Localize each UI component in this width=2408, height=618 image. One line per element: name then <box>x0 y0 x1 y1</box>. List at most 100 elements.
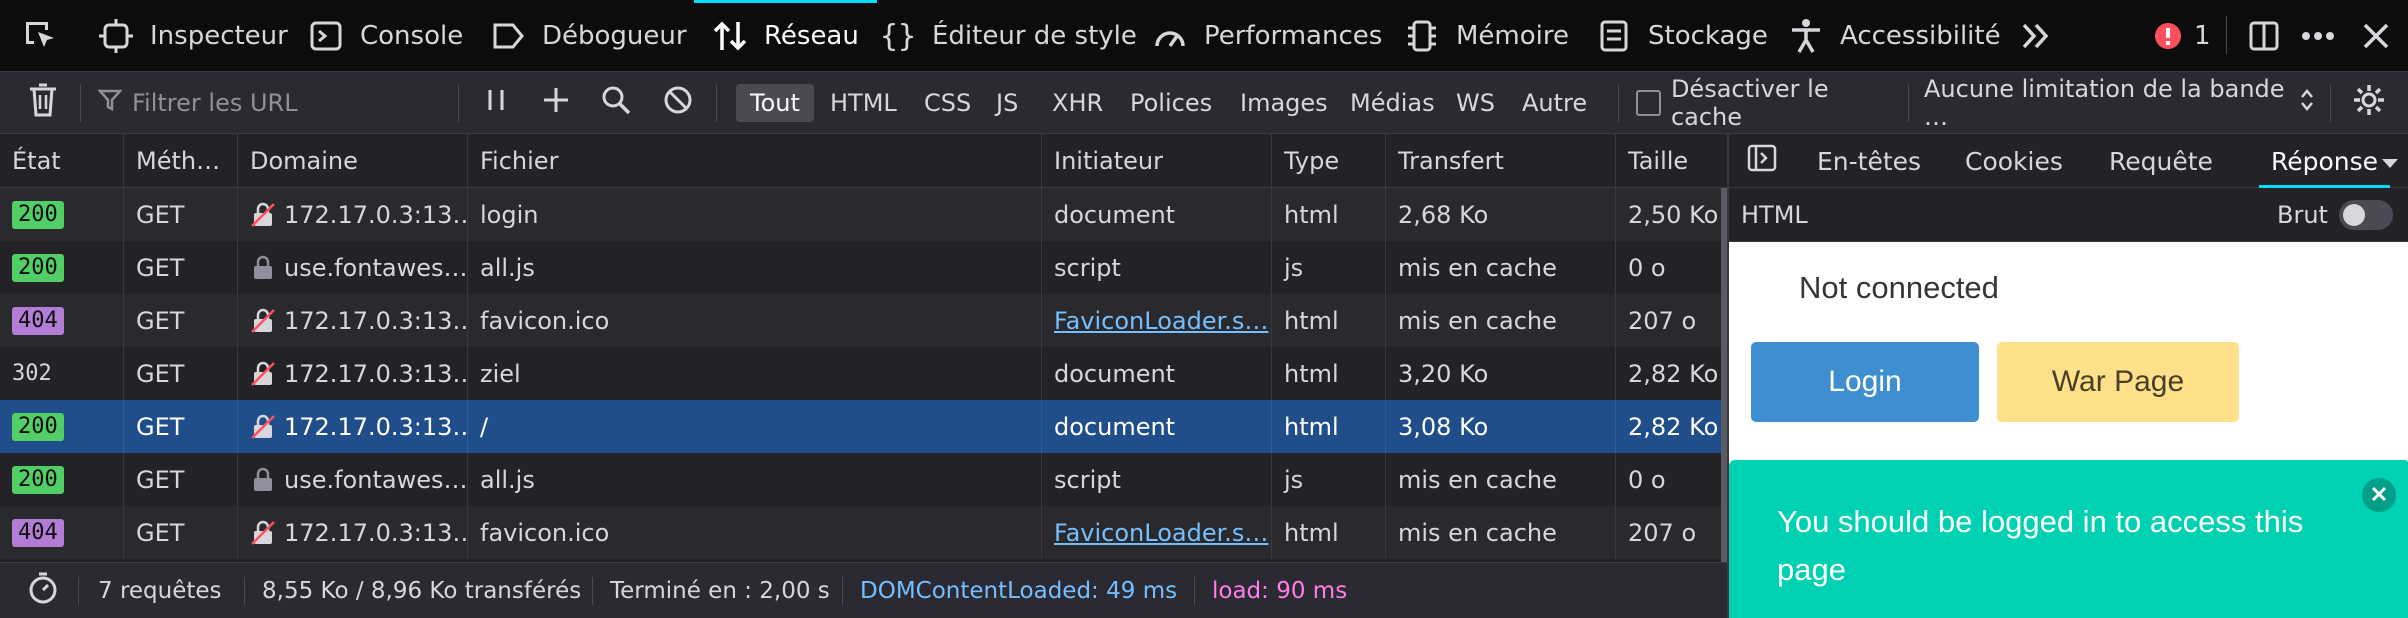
tab-cookies[interactable]: Cookies <box>1965 134 2063 188</box>
column-size[interactable]: Taille <box>1616 134 1727 188</box>
tab-accessibility[interactable]: Accessibilité <box>1788 0 2001 72</box>
tab-console[interactable]: Console <box>308 0 463 72</box>
column-initiator[interactable]: Initiateur <box>1042 134 1272 188</box>
table-cell: all.js <box>468 453 1042 506</box>
url-filter-placeholder: Filtrer les URL <box>132 89 298 117</box>
disable-cache-checkbox[interactable]: Désactiver le cache <box>1636 72 1896 134</box>
status-badge: 200 <box>12 412 64 441</box>
more-tabs-button[interactable] <box>2381 134 2399 188</box>
throttling-select[interactable]: Aucune limitation de la bande … <box>1924 72 2314 134</box>
add-request-button[interactable] <box>534 72 578 134</box>
table-cell: 207 o <box>1616 506 1727 559</box>
dock-button[interactable] <box>2246 0 2298 72</box>
sidebar-toggle-icon <box>1747 144 1777 178</box>
column-transfer[interactable]: Transfert <box>1386 134 1616 188</box>
tab-debugger[interactable]: Débogueur <box>490 0 687 72</box>
filter-ws[interactable]: WS <box>1442 84 1509 122</box>
table-cell: FaviconLoader.s… <box>1042 506 1272 559</box>
filter-fonts[interactable]: Polices <box>1116 84 1226 122</box>
table-cell: ziel <box>468 347 1042 400</box>
table-row[interactable]: 200 GET 172.17.0.3:13… / document html 3,08 Ko… <box>0 400 1727 453</box>
toggle-sidebar-button[interactable] <box>1747 134 1777 188</box>
more-tools-button[interactable] <box>2018 0 2070 72</box>
table-cell: FaviconLoader.s… <box>1042 294 1272 347</box>
column-domain[interactable]: Domaine <box>238 134 468 188</box>
table-cell: GET <box>124 347 238 400</box>
tab-inspector[interactable]: Inspecteur <box>98 0 288 72</box>
checkbox-icon <box>1636 90 1661 116</box>
error-count-button[interactable]: 1 <box>2150 0 2211 72</box>
element-picker-button[interactable] <box>22 0 74 72</box>
plus-icon <box>541 85 571 121</box>
throttling-value: Aucune limitation de la bande … <box>1924 75 2285 131</box>
table-row[interactable]: 200 GET use.fontawes… all.js script js mis en … <box>0 241 1727 294</box>
table-cell: 200 <box>0 241 124 294</box>
request-initiator: document <box>1054 200 1176 229</box>
debugger-icon <box>490 18 526 54</box>
column-method[interactable]: Méth… <box>124 134 238 188</box>
table-row[interactable]: 404 GET 172.17.0.3:13… favicon.ico FaviconLo… <box>0 294 1727 347</box>
tab-label: Console <box>360 21 464 51</box>
insecure-lock-icon <box>250 414 284 440</box>
tab-label: Réseau <box>764 21 859 51</box>
more-horizontal-icon <box>2300 18 2336 54</box>
filter-media[interactable]: Médias <box>1336 84 1449 122</box>
status-badge: 200 <box>12 465 64 494</box>
pause-button[interactable] <box>474 72 518 134</box>
table-row[interactable]: 200 GET 172.17.0.3:13… login document html 2,6… <box>0 188 1727 241</box>
close-notification-button[interactable] <box>2362 478 2396 512</box>
filter-other[interactable]: Autre <box>1508 84 1601 122</box>
close-devtools-button[interactable] <box>2358 0 2408 72</box>
url-filter-field[interactable]: Filtrer les URL <box>97 72 458 134</box>
request-domain: 172.17.0.3:13… <box>284 412 468 441</box>
request-initiator[interactable]: FaviconLoader.s… <box>1054 519 1268 547</box>
performance-analysis-button[interactable] <box>26 563 60 618</box>
table-cell: use.fontawes… <box>238 453 468 506</box>
table-row[interactable]: 200 GET use.fontawes… all.js script js mis en … <box>0 453 1727 506</box>
request-method: GET <box>136 412 185 441</box>
tab-performance[interactable]: Performances <box>1152 0 1382 72</box>
column-type[interactable]: Type <box>1272 134 1386 188</box>
block-requests-button[interactable] <box>656 72 700 134</box>
tab-request[interactable]: Requête <box>2109 134 2213 188</box>
table-cell: GET <box>124 453 238 506</box>
close-icon <box>2358 18 2394 54</box>
war-page-button[interactable]: War Page <box>1997 342 2239 422</box>
column-file[interactable]: Fichier <box>468 134 1042 188</box>
filter-js[interactable]: JS <box>982 84 1032 122</box>
divider <box>2226 16 2227 54</box>
options-button[interactable] <box>2300 0 2352 72</box>
divider <box>716 84 717 122</box>
request-domain: use.fontawes… <box>284 465 468 494</box>
table-cell: script <box>1042 241 1272 294</box>
divider <box>244 577 245 605</box>
tab-response[interactable]: Réponse <box>2259 134 2391 188</box>
column-status[interactable]: État <box>0 134 124 188</box>
tab-storage[interactable]: Stockage <box>1596 0 1768 72</box>
request-domain: 172.17.0.3:13… <box>284 518 468 547</box>
chevron-down-icon <box>2381 147 2399 176</box>
network-settings-button[interactable] <box>2346 72 2392 134</box>
raw-label: Brut <box>2277 201 2328 229</box>
search-button[interactable] <box>594 72 638 134</box>
request-initiator: document <box>1054 359 1176 388</box>
request-type: html <box>1284 200 1339 229</box>
status-badge: 302 <box>12 360 52 386</box>
filter-css[interactable]: CSS <box>910 84 985 122</box>
filter-xhr[interactable]: XHR <box>1038 84 1117 122</box>
filter-html[interactable]: HTML <box>816 84 911 122</box>
tab-memory[interactable]: Mémoire <box>1404 0 1569 72</box>
table-row[interactable]: 302 GET 172.17.0.3:13… ziel document html 3,20… <box>0 347 1727 400</box>
status-bar: 7 requêtes 8,55 Ko / 8,96 Ko transférés … <box>0 562 1727 618</box>
filter-images[interactable]: Images <box>1226 84 1342 122</box>
tab-style-editor[interactable]: {} Éditeur de style <box>880 0 1137 72</box>
table-row[interactable]: 404 GET 172.17.0.3:13… favicon.ico FaviconLo… <box>0 506 1727 559</box>
tab-network[interactable]: Réseau <box>694 0 877 72</box>
login-button[interactable]: Login <box>1751 342 1979 422</box>
table-cell: all.js <box>468 241 1042 294</box>
raw-toggle[interactable] <box>2339 200 2393 230</box>
clear-button[interactable] <box>22 72 64 134</box>
request-initiator[interactable]: FaviconLoader.s… <box>1054 307 1268 335</box>
tab-headers[interactable]: En-têtes <box>1817 134 1921 188</box>
filter-all[interactable]: Tout <box>736 84 814 122</box>
